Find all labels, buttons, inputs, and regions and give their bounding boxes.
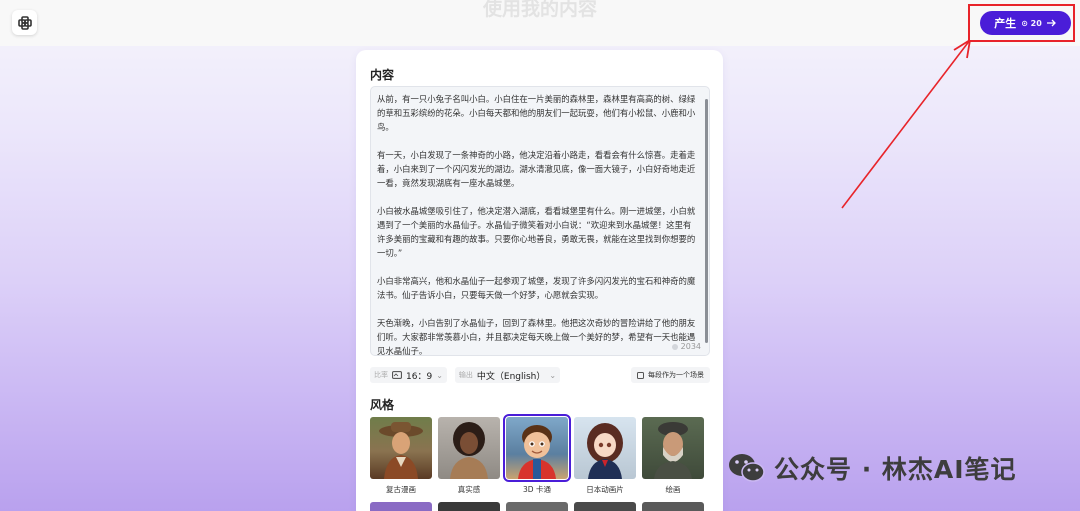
generate-label: 产生 xyxy=(994,17,1017,30)
cowboy-portrait-image xyxy=(379,422,423,479)
cartoon-boy-image xyxy=(518,425,556,479)
content-paragraph: 从前，有一只小兔子名叫小白。小白住在一片美丽的森林里，森林里有高高的树、绿绿的草… xyxy=(377,94,696,132)
watermark: 公众号 · 林杰AI笔记 xyxy=(728,446,1017,490)
generate-button[interactable]: 产生 ⊙ 20 xyxy=(980,11,1071,35)
char-count-value: 2034 xyxy=(680,342,701,351)
content-paragraph: 天色渐晚，小白告别了水晶仙子，回到了森林里。他把这次奇妙的冒险讲给了他的朋友们听… xyxy=(377,318,696,356)
content-card: 内容 从前，有一只小兔子名叫小白。小白住在一片美丽的森林里，森林里有高高的树、绿… xyxy=(356,50,723,511)
checkbox-icon[interactable] xyxy=(637,371,644,379)
chevron-down-icon: ⌄ xyxy=(436,370,443,380)
style-section-title: 风格 xyxy=(370,398,395,412)
content-paragraph: 小白被水晶城堡吸引住了，他决定潜入湖底，看看城堡里有什么。刚一进城堡，小白就遇到… xyxy=(377,206,696,258)
scene-toggle-label: 每段作为一个场景 xyxy=(648,371,704,379)
style-option-realistic[interactable]: 真实感 xyxy=(438,417,500,495)
style-thumbnail-partial[interactable] xyxy=(642,502,704,511)
watermark-text: 公众号 · 林杰AI笔记 xyxy=(774,455,1017,484)
chevron-down-icon: ⌄ xyxy=(549,370,557,380)
style-label: 复古漫画 xyxy=(386,485,416,494)
style-option-painting[interactable]: 绘画 xyxy=(642,417,704,495)
page-title: 使用我的内容 xyxy=(482,0,597,20)
wechat-icon xyxy=(729,454,765,482)
style-label: 真实感 xyxy=(457,485,481,494)
ratio-value: 16：9 xyxy=(406,371,433,382)
output-value: 中文（English） xyxy=(476,371,546,382)
style-option-anime[interactable]: 日本动画片 xyxy=(574,417,636,495)
arrow-right-icon xyxy=(1046,19,1056,27)
style-thumbnail-partial[interactable] xyxy=(438,502,500,511)
output-prefix: 输出 xyxy=(458,371,473,379)
textarea-scrollbar[interactable] xyxy=(705,99,708,343)
style-label: 日本动画片 xyxy=(586,485,624,494)
style-thumbnail-partial[interactable] xyxy=(574,502,636,511)
style-thumbnail xyxy=(642,417,704,479)
style-label: 3D 卡通 xyxy=(523,485,551,494)
style-thumbnail xyxy=(574,417,636,479)
content-paragraph: 小白非常高兴，他和水晶仙子一起参观了城堡，发现了许多闪闪发光的宝石和神奇的魔法书… xyxy=(377,276,696,300)
woman-portrait-image xyxy=(450,422,488,479)
anime-girl-image xyxy=(587,423,623,479)
credit-cost: ⊙ 20 xyxy=(1021,18,1042,28)
style-thumbnail xyxy=(503,414,571,482)
style-thumbnail-partial[interactable] xyxy=(506,502,568,511)
annotation-arrow xyxy=(841,39,971,209)
scene-per-paragraph-toggle[interactable]: 每段作为一个场景 xyxy=(631,367,710,383)
style-thumbnail xyxy=(438,417,500,479)
ratio-prefix: 比率 xyxy=(374,371,388,379)
content-section-title: 内容 xyxy=(370,68,395,82)
char-counter: 2034 xyxy=(671,342,701,351)
style-thumbnail xyxy=(370,417,432,479)
counter-dot-icon xyxy=(671,343,678,350)
style-option-retro-comic[interactable]: 复古漫画 xyxy=(370,417,432,495)
ratio-select[interactable]: 比率 16：9 ⌄ xyxy=(370,367,447,383)
old-man-portrait-image xyxy=(654,422,692,479)
options-row: 比率 16：9 ⌄ 输出 中文（English） ⌄ 每段作为一个场景 xyxy=(370,366,710,384)
output-language-select[interactable]: 输出 中文（English） ⌄ xyxy=(454,367,561,383)
style-grid: 复古漫画 真实感 3D 卡通 日本动画片 绘画 xyxy=(370,414,710,495)
style-label: 绘画 xyxy=(665,485,681,494)
style-thumbnail-partial[interactable] xyxy=(370,502,432,511)
content-textarea[interactable]: 从前，有一只小兔子名叫小白。小白住在一片美丽的森林里，森林里有高高的树、绿绿的草… xyxy=(370,86,710,356)
style-option-3d-cartoon[interactable]: 3D 卡通 xyxy=(503,414,571,495)
style-grid-row-2 xyxy=(370,502,710,511)
aspect-ratio-icon xyxy=(392,371,402,379)
content-paragraph: 有一天，小白发现了一条神奇的小路，他决定沿着小路走，看看会有什么惊喜。走着走着，… xyxy=(377,150,696,188)
